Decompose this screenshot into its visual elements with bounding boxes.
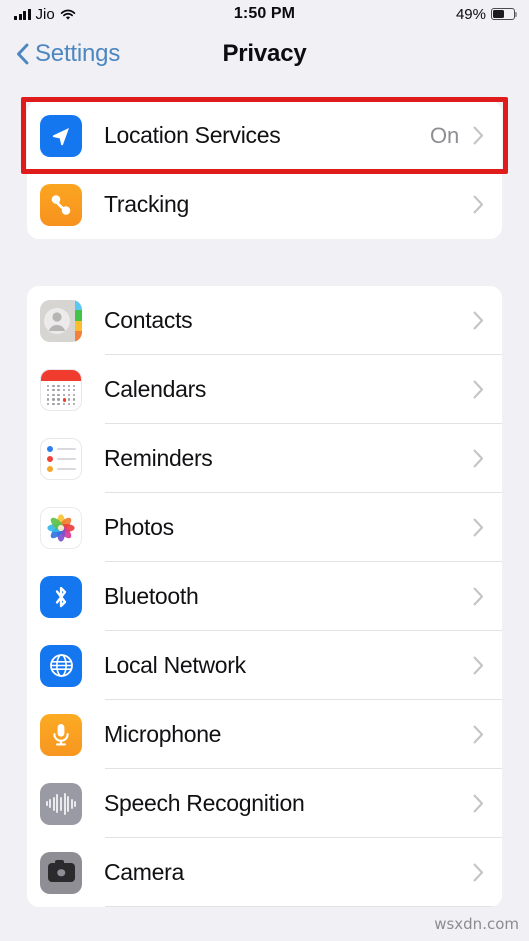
chevron-left-icon (16, 43, 29, 65)
microphone-icon (40, 713, 82, 756)
reminders-icon (40, 437, 82, 480)
chevron-right-icon (473, 195, 484, 214)
back-button-label: Settings (35, 40, 121, 67)
settings-row-label: Speech Recognition (104, 790, 305, 816)
settings-row-contacts[interactable]: Contacts (27, 286, 502, 355)
calendar-icon (40, 368, 82, 411)
settings-group-privacy-primary: Location Services On Tracking (27, 101, 502, 239)
settings-row-tracking[interactable]: Tracking (27, 170, 502, 239)
settings-row-label: Location Services (104, 122, 281, 148)
settings-row-bluetooth[interactable]: Bluetooth (27, 562, 502, 631)
settings-group-app-permissions: Contacts Calendars Reminders Photos Bluetoot… (27, 286, 502, 907)
watermark: wsxdn.com (434, 915, 519, 933)
settings-row-label: Microphone (104, 721, 222, 747)
status-bar-time: 1:50 PM (233, 5, 296, 22)
row-separator (105, 906, 502, 907)
chevron-right-icon (473, 518, 484, 537)
camera-icon (40, 851, 82, 894)
settings-row-local-network[interactable]: Local Network (27, 631, 502, 700)
location-arrow-icon (40, 114, 82, 157)
chevron-right-icon (473, 794, 484, 813)
settings-row-calendars[interactable]: Calendars (27, 355, 502, 424)
settings-row-value: On (430, 122, 459, 148)
settings-row-camera[interactable]: Camera (27, 838, 502, 907)
chevron-right-icon (473, 863, 484, 882)
settings-row-label: Reminders (104, 445, 213, 471)
chevron-right-icon (473, 311, 484, 330)
settings-row-label: Photos (104, 514, 174, 540)
settings-row-label: Camera (104, 859, 185, 885)
tracking-icon (40, 183, 82, 226)
status-bar-right: 49% (455, 5, 518, 23)
chevron-right-icon (473, 725, 484, 744)
settings-row-reminders[interactable]: Reminders (27, 424, 502, 493)
battery-icon (491, 8, 518, 20)
settings-row-label: Contacts (104, 307, 193, 333)
bluetooth-icon (40, 575, 82, 618)
settings-row-label: Calendars (104, 376, 207, 402)
contacts-icon (40, 299, 82, 342)
battery-percent-label: 49% (455, 5, 486, 23)
settings-row-photos[interactable]: Photos (27, 493, 502, 562)
settings-row-location-services[interactable]: Location Services On (27, 101, 502, 170)
chevron-right-icon (473, 656, 484, 675)
waveform-icon (40, 782, 82, 825)
chevron-right-icon (473, 380, 484, 399)
settings-row-label: Bluetooth (104, 583, 199, 609)
chevron-right-icon (473, 449, 484, 468)
globe-icon (40, 644, 82, 687)
photos-icon (40, 506, 82, 549)
settings-row-microphone[interactable]: Microphone (27, 700, 502, 769)
navigation-bar: Settings Privacy (0, 28, 529, 80)
settings-row-speech-recognition[interactable]: Speech Recognition (27, 769, 502, 838)
chevron-right-icon (473, 126, 484, 145)
back-button[interactable]: Settings (16, 40, 120, 68)
status-bar: Jio 1:50 PM 49% (0, 0, 529, 28)
settings-row-label: Tracking (104, 191, 189, 217)
chevron-right-icon (473, 587, 484, 606)
phone-screen: Jio 1:50 PM 49% Settings Privacy Locatio… (0, 0, 529, 941)
settings-row-label: Local Network (104, 652, 246, 678)
